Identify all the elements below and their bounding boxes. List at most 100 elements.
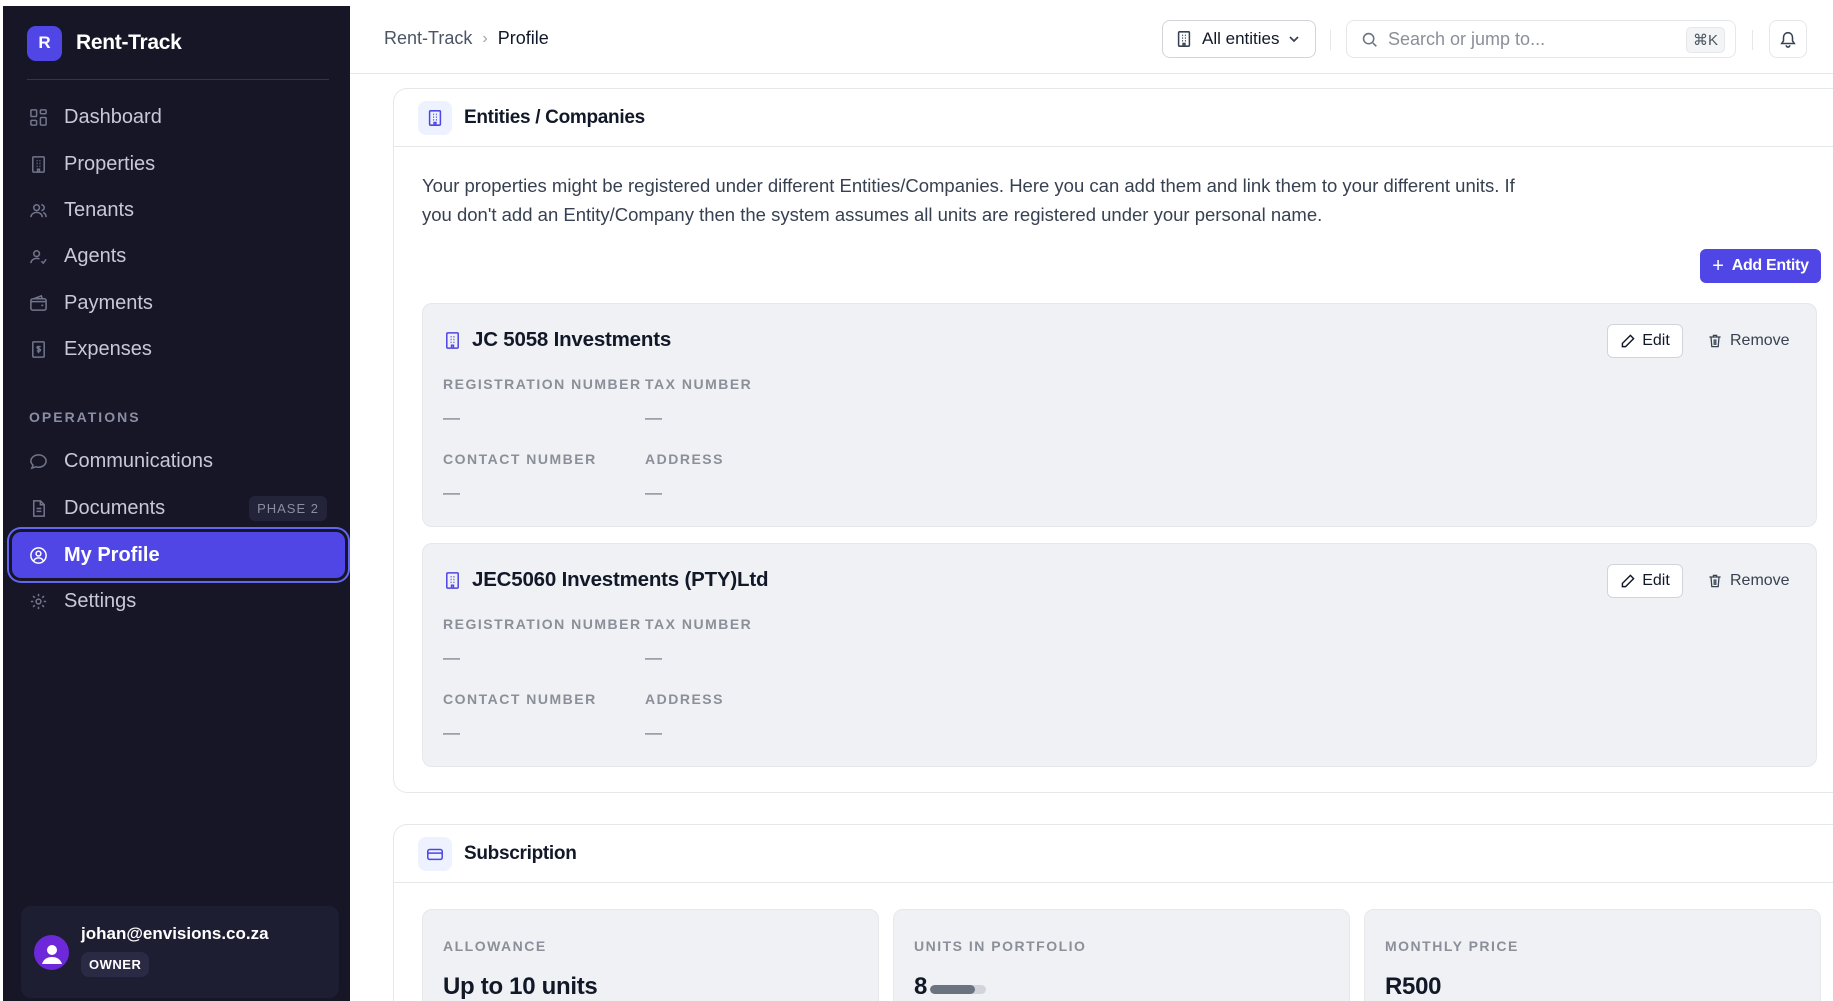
sidebar-item-label: Payments — [64, 291, 153, 314]
address-label: ADDRESS — [645, 451, 724, 467]
building-icon — [28, 154, 48, 174]
sidebar-item-label: Tenants — [64, 198, 135, 221]
dashboard-icon — [28, 107, 48, 127]
sidebar-item-payments[interactable]: Payments — [12, 280, 345, 326]
credit-card-icon — [418, 836, 452, 871]
sidebar-item-label: Communications — [64, 449, 213, 472]
add-entity-label: Add Entity — [1731, 257, 1809, 274]
contact-value: — — [443, 723, 460, 742]
breadcrumb-root[interactable]: Rent-Track — [384, 28, 472, 49]
section-label-operations: OPERATIONS — [29, 409, 141, 425]
remove-button[interactable]: Remove — [1699, 564, 1798, 598]
registration-value: — — [443, 408, 460, 427]
tax-value: — — [645, 408, 662, 427]
notifications-button[interactable] — [1769, 20, 1807, 58]
building-icon — [418, 100, 452, 135]
entities-card: Entities / Companies Your properties mig… — [393, 88, 1833, 793]
bell-icon — [1780, 31, 1796, 48]
user-circle-icon — [28, 545, 48, 565]
search-box[interactable]: ⌘K — [1346, 20, 1736, 58]
tax-label: TAX NUMBER — [645, 616, 753, 632]
chevron-down-icon — [1289, 36, 1300, 43]
stat-label: ALLOWANCE — [443, 938, 547, 954]
sidebar-item-label: Expenses — [64, 337, 152, 360]
address-value: — — [645, 723, 662, 742]
section-description: Your properties might be registered unde… — [422, 175, 1515, 225]
price-stat: MONTHLY PRICE R500 — [1364, 909, 1821, 1001]
sidebar-item-properties[interactable]: Properties — [12, 141, 345, 187]
remove-label: Remove — [1730, 572, 1790, 589]
avatar — [34, 935, 69, 970]
search-input[interactable] — [1388, 28, 1668, 50]
sidebar-item-dashboard[interactable]: Dashboard — [12, 94, 345, 140]
registration-label: REGISTRATION NUMBER — [443, 376, 642, 392]
address-value: — — [645, 483, 662, 502]
tax-value: — — [645, 648, 662, 667]
building-icon — [1177, 31, 1191, 47]
receipt-icon — [28, 339, 48, 359]
building-icon — [446, 571, 459, 589]
card-header: Entities / Companies — [394, 89, 1833, 147]
user-card[interactable]: johan@envisions.co.za OWNER — [21, 906, 339, 998]
edit-button[interactable]: Edit — [1607, 324, 1683, 358]
units-progress-fill — [930, 985, 975, 994]
stat-value: Up to 10 units — [443, 973, 598, 1000]
edit-label: Edit — [1642, 332, 1670, 349]
brand-logo: R — [27, 25, 62, 61]
sidebar-item-documents[interactable]: Documents PHASE 2 — [12, 485, 345, 531]
document-icon — [28, 498, 48, 518]
breadcrumb: Rent-Track › Profile — [384, 28, 549, 49]
subscription-card: Subscription ALLOWANCE Up to 10 units UN… — [393, 824, 1833, 1001]
building-icon — [446, 331, 459, 349]
section-title: Subscription — [464, 842, 577, 864]
contact-value: — — [443, 483, 460, 502]
brand[interactable]: R Rent-Track — [27, 24, 182, 62]
search-icon — [1362, 32, 1377, 47]
sidebar-item-settings[interactable]: Settings — [12, 578, 345, 624]
divider — [1752, 30, 1753, 50]
registration-value: — — [443, 648, 460, 667]
contact-label: CONTACT NUMBER — [443, 691, 597, 707]
units-progress-bar — [930, 985, 986, 994]
sidebar-item-label: Settings — [64, 589, 137, 612]
chevron-right-icon: › — [482, 29, 488, 47]
brand-name: Rent-Track — [76, 31, 182, 54]
stat-value: R500 — [1385, 973, 1442, 1000]
registration-label: REGISTRATION NUMBER — [443, 616, 642, 632]
stat-label: UNITS IN PORTFOLIO — [914, 938, 1087, 954]
topbar: Rent-Track › Profile All entities ⌘K — [350, 6, 1833, 74]
phase-badge: PHASE 2 — [249, 495, 327, 521]
pencil-icon — [1621, 574, 1635, 588]
stat-label: MONTHLY PRICE — [1385, 938, 1519, 954]
sidebar-item-label: My Profile — [64, 543, 160, 566]
sidebar-item-expenses[interactable]: Expenses — [12, 326, 345, 372]
divider — [27, 79, 329, 80]
entity-name: JC 5058 Investments — [472, 328, 672, 351]
sidebar-item-my-profile[interactable]: My Profile — [12, 532, 345, 578]
sidebar-item-tenants[interactable]: Tenants — [12, 187, 345, 233]
entity-card: JC 5058 Investments Edit Remove REGISTRA… — [422, 303, 1817, 527]
units-stat: UNITS IN PORTFOLIO 8 — [893, 909, 1350, 1001]
breadcrumb-current: Profile — [497, 28, 549, 48]
entity-filter-value: All entities — [1202, 29, 1280, 48]
add-entity-button[interactable]: + Add Entity — [1700, 249, 1821, 283]
wallet-icon — [28, 293, 48, 313]
edit-button[interactable]: Edit — [1607, 564, 1683, 598]
edit-label: Edit — [1642, 572, 1670, 589]
pencil-icon — [1621, 334, 1635, 348]
address-label: ADDRESS — [645, 691, 724, 707]
sidebar-item-agents[interactable]: Agents — [12, 233, 345, 279]
entity-card: JEC5060 Investments (PTY)Ltd Edit Remove… — [422, 543, 1817, 767]
card-header: Subscription — [394, 825, 1833, 883]
remove-button[interactable]: Remove — [1699, 324, 1798, 358]
user-check-icon — [28, 246, 48, 266]
sidebar-item-label: Properties — [64, 152, 156, 175]
sidebar-item-label: Documents — [64, 496, 166, 519]
shortcut-badge: ⌘K — [1685, 27, 1725, 53]
plus-icon: + — [1712, 254, 1724, 277]
entity-name-row: JEC5060 Investments (PTY)Ltd — [443, 568, 768, 592]
entity-filter-select[interactable]: All entities — [1162, 20, 1316, 58]
sidebar-item-communications[interactable]: Communications — [12, 438, 345, 484]
user-avatar-icon — [41, 944, 62, 964]
trash-icon — [1709, 334, 1721, 348]
